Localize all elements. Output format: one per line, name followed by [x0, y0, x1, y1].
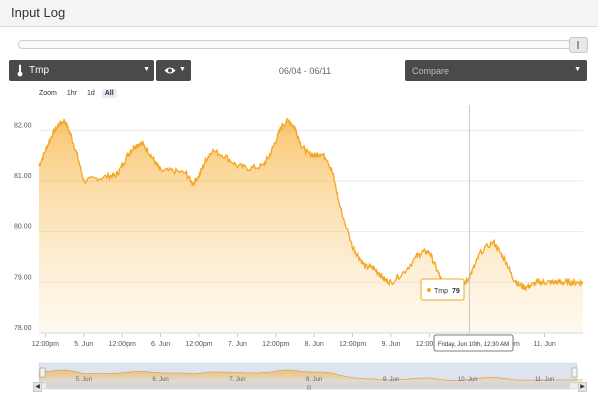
x-tick-label: 9. Jun — [381, 341, 400, 348]
navigator-handle-left[interactable] — [39, 367, 46, 378]
scroll-left-button[interactable]: ◀ — [33, 382, 42, 392]
visibility-button[interactable]: ▼ — [156, 60, 191, 81]
eye-icon — [164, 67, 176, 74]
navigator-label: 10. Jun — [458, 377, 478, 383]
x-tick-label: 11. Jun — [533, 341, 556, 348]
navigator-handle-right[interactable] — [571, 367, 578, 378]
tooltip-box — [420, 278, 465, 301]
zoom-option-all[interactable]: All — [101, 89, 117, 98]
date-range[interactable]: 06/04 - 06/11 — [250, 66, 360, 76]
x-tick-label: 5. Jun — [74, 341, 93, 348]
chevron-down-icon: ▼ — [179, 66, 186, 73]
compare-select-placeholder: Compare — [412, 66, 450, 76]
navigator-labels: 5. Jun 6. Jun 7. Jun 8. Jun 9. Jun 10. Jun 11.… — [76, 377, 555, 383]
chevron-down-icon: ▼ — [143, 66, 150, 73]
grip-icon — [577, 41, 579, 49]
x-tick-label: 12:00pm — [493, 341, 520, 348]
sensor-select[interactable]: Tmp ▼ — [9, 60, 154, 81]
window-title: Input Log — [11, 5, 66, 20]
navigator-label: 5. Jun — [76, 377, 92, 383]
navigator-label: 6. Jun — [152, 377, 168, 383]
range-slider-handle[interactable] — [569, 37, 588, 53]
y-tick-label: 80.00 — [14, 224, 32, 231]
y-tick-label: 78.00 — [14, 325, 32, 332]
x-tick-label: 12:00pm — [32, 341, 59, 348]
y-axis-labels: 82.00 81.00 80.00 79.00 78.00 — [14, 122, 32, 332]
x-tick-label: 12:00pm — [339, 341, 366, 348]
x-tick-label: 12:00pm — [109, 341, 136, 348]
y-tick-label: 79.00 — [14, 274, 32, 281]
navigator-label: 8. Jun — [306, 377, 322, 383]
x-tick-label: 8. Jun — [305, 341, 324, 348]
tooltip-value: 79 — [452, 288, 460, 295]
x-tick-label: 12:00pm — [185, 341, 212, 348]
navigator-series-line — [38, 369, 583, 381]
crosshair-label: Friday, Jun 10th, 12:30 AM — [433, 334, 514, 352]
x-axis-labels: 12:00pm 5. Jun 12:00pm 6. Jun 12:00pm 7. Jun 1… — [32, 332, 583, 348]
x-tick-label: 12:00pm — [262, 341, 289, 348]
navigator-series-area — [39, 369, 583, 383]
thermometer-icon — [17, 64, 23, 77]
navigator-label: 11. Jun — [535, 377, 554, 383]
zoom-option-1hr[interactable]: 1hr — [64, 89, 80, 98]
x-tick-label: 12:00pm — [416, 341, 443, 348]
navigator-mask — [38, 362, 578, 384]
series-marker-icon — [427, 288, 431, 292]
y-tick-label: 82.00 — [14, 122, 32, 129]
zoom-option-1d[interactable]: 1d — [84, 89, 98, 98]
navigator-scrollbar-thumb[interactable] — [46, 383, 570, 389]
scrollbar-grip-icon: ||| — [307, 385, 311, 391]
x-tick-label: 7. Jun — [228, 341, 247, 348]
chart-grid — [39, 129, 583, 334]
range-slider-track[interactable] — [18, 40, 588, 49]
chevron-down-icon: ▼ — [574, 66, 581, 73]
navigator-scrollbar[interactable] — [38, 382, 578, 390]
crosshair-label-text: Friday, Jun 10th, 12:30 AM — [438, 342, 509, 348]
series-area-tmp — [39, 118, 583, 333]
scroll-right-button[interactable]: ▶ — [578, 382, 587, 392]
navigator-label: 9. Jun — [383, 377, 399, 383]
tooltip-series: Tmp — [434, 288, 448, 295]
compare-select[interactable]: Compare ▼ — [405, 60, 587, 81]
tooltip: Tmp 79 — [420, 278, 465, 301]
x-tick-label: 6. Jun — [151, 341, 170, 348]
title-bar: Input Log — [0, 0, 598, 27]
sensor-select-label: Tmp — [29, 65, 49, 76]
zoom-bar: Zoom 1hr 1d All — [39, 89, 119, 100]
x-tick-label: 10. Jun — [456, 341, 479, 348]
navigator[interactable]: 5. Jun 6. Jun 7. Jun 8. Jun 9. Jun 10. Jun 11.… — [38, 362, 583, 384]
zoom-label: Zoom — [39, 90, 57, 97]
navigator-label: 7. Jun — [229, 377, 245, 383]
series-line-tmp — [38, 117, 584, 295]
y-tick-label: 81.00 — [14, 173, 32, 180]
